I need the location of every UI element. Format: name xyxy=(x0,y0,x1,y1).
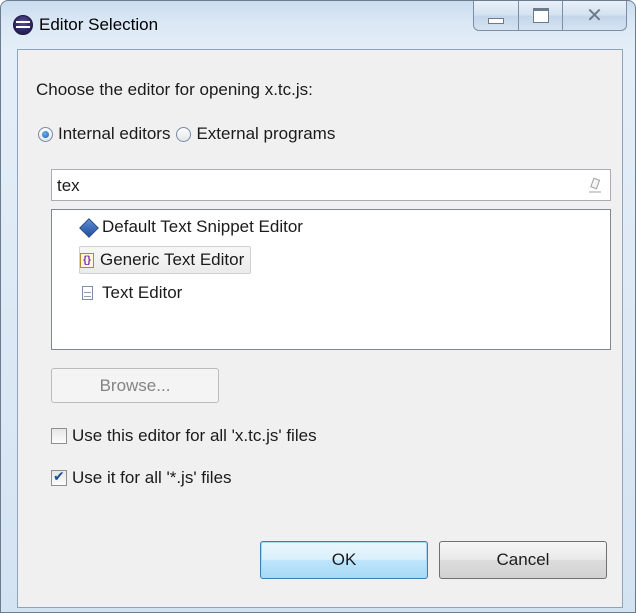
prompt-label: Choose the editor for opening x.tc.js: xyxy=(36,80,313,99)
external-programs-radio[interactable] xyxy=(176,126,192,142)
window-title: Editor Selection xyxy=(39,15,159,34)
minimize-button[interactable] xyxy=(473,1,519,31)
browse-button: Browse... xyxy=(51,368,219,403)
use-editor-for-file-checkbox[interactable] xyxy=(51,428,67,444)
text-snippet-editor-icon xyxy=(79,218,99,238)
list-item[interactable]: Text Editor xyxy=(80,280,182,306)
maximize-button[interactable] xyxy=(519,1,563,31)
close-icon: ✕ xyxy=(586,4,603,27)
title-bar[interactable]: Editor Selection ✕ xyxy=(1,1,635,51)
list-item[interactable]: Default Text Snippet Editor xyxy=(79,214,303,240)
generic-editor-icon: {} xyxy=(80,252,94,268)
use-for-all-js-row[interactable]: Use it for all '*.js' files xyxy=(51,468,232,488)
list-item-label: Default Text Snippet Editor xyxy=(102,217,303,236)
ok-button[interactable]: OK xyxy=(260,541,428,579)
editor-selection-window: Editor Selection ✕ Choose the editor for… xyxy=(0,0,636,613)
eclipse-app-icon xyxy=(13,15,33,35)
text-file-icon xyxy=(80,285,96,301)
filter-input-value: tex xyxy=(57,176,80,195)
list-item-label: Generic Text Editor xyxy=(100,250,245,269)
clear-filter-icon[interactable] xyxy=(588,177,602,193)
internal-editors-label[interactable]: Internal editors xyxy=(58,124,170,144)
filter-input[interactable]: tex xyxy=(51,169,611,201)
editor-type-radio-group: Internal editors External programs xyxy=(38,124,341,144)
editor-list[interactable]: Default Text Snippet Editor {} Generic T… xyxy=(51,209,611,350)
minimize-icon xyxy=(488,17,504,24)
cancel-button[interactable]: Cancel xyxy=(439,541,607,579)
window-controls: ✕ xyxy=(473,1,627,33)
list-item-label: Text Editor xyxy=(102,283,183,302)
use-editor-for-file-row[interactable]: Use this editor for all 'x.tc.js' files xyxy=(51,426,317,446)
close-button[interactable]: ✕ xyxy=(563,1,627,31)
dialog-body: Choose the editor for opening x.tc.js: I… xyxy=(17,49,623,608)
use-for-all-js-label[interactable]: Use it for all '*.js' files xyxy=(72,468,232,488)
use-editor-for-file-label[interactable]: Use this editor for all 'x.tc.js' files xyxy=(72,426,317,446)
list-item-selected[interactable]: {} Generic Text Editor xyxy=(79,246,252,274)
maximize-icon xyxy=(532,8,549,23)
use-for-all-js-checkbox[interactable] xyxy=(51,468,67,486)
external-programs-label[interactable]: External programs xyxy=(196,124,335,144)
internal-editors-radio[interactable] xyxy=(38,126,53,142)
